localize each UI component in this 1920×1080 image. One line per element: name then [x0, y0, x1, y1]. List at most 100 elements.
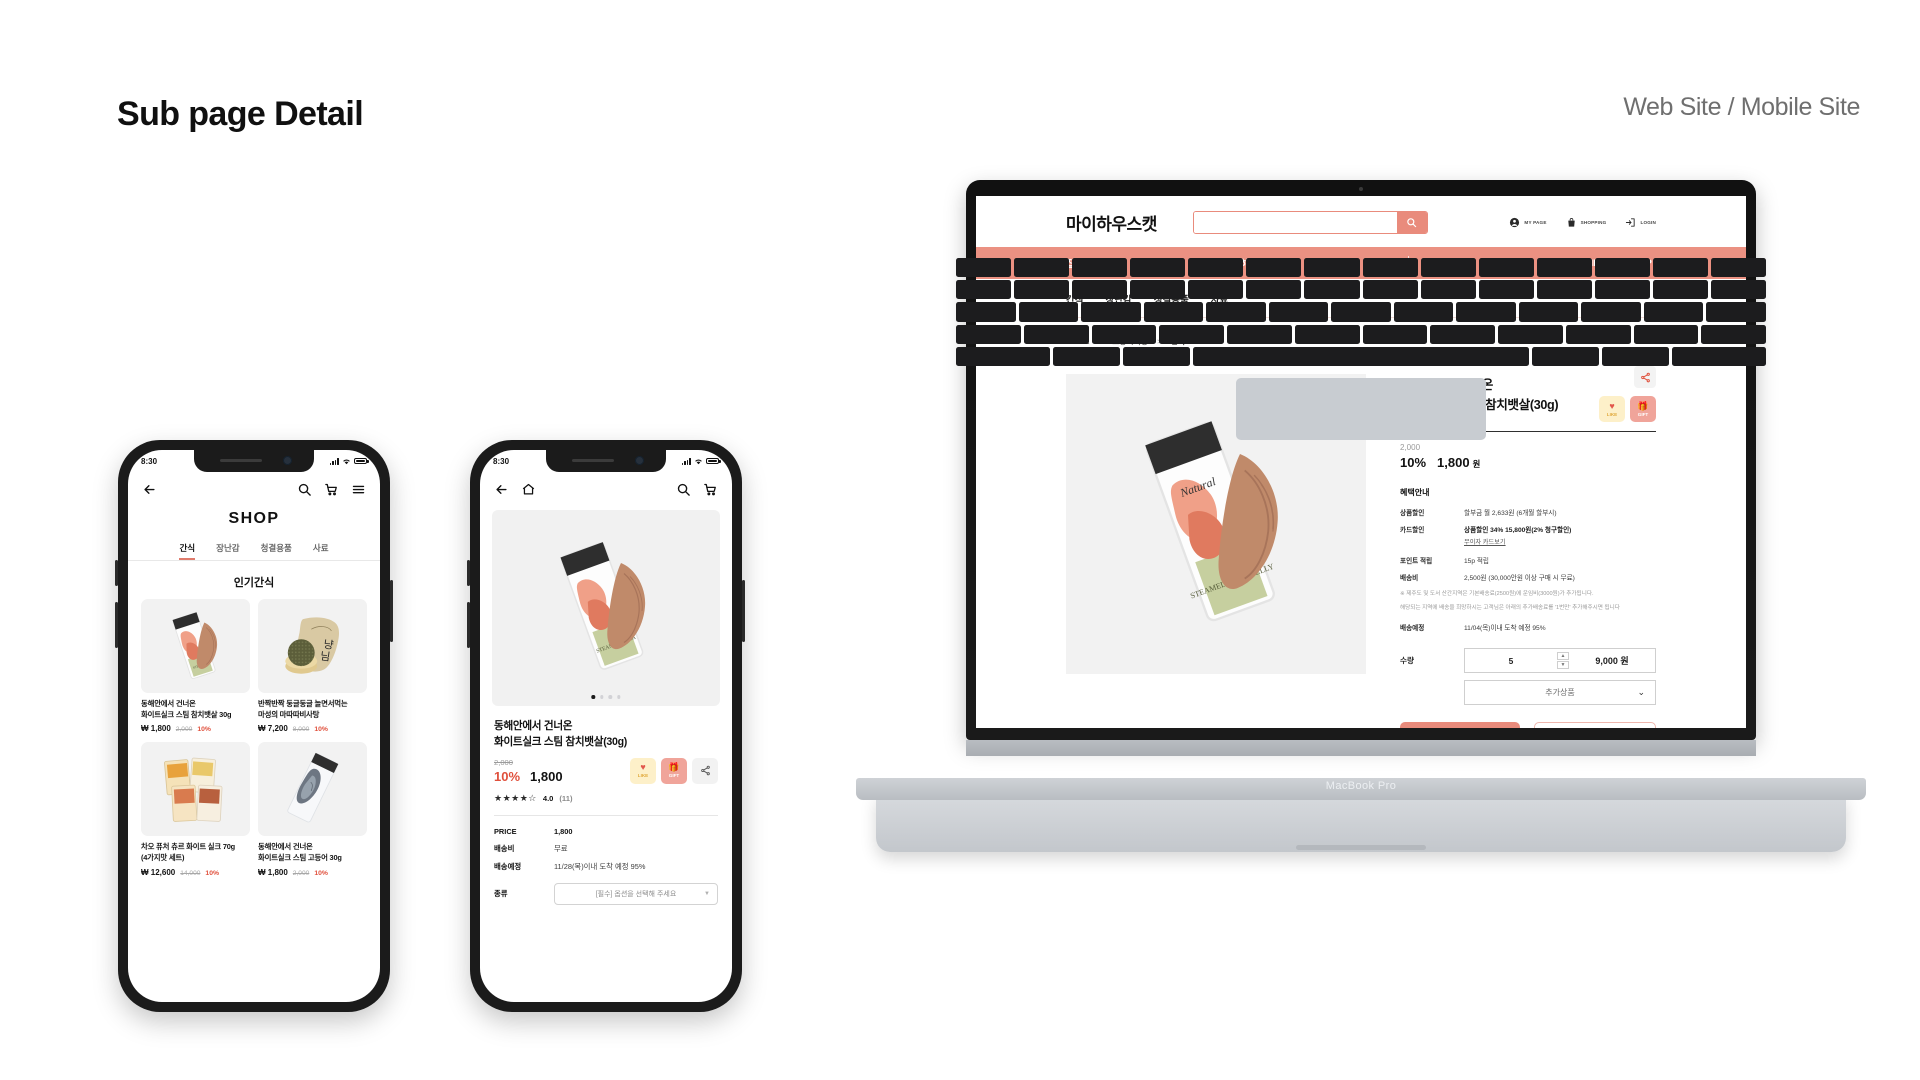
option-select-row: 종류 [필수] 옵션을 선택해 주세요 ▼	[480, 879, 732, 905]
product-thumbnail	[141, 742, 250, 837]
site-logo[interactable]: 마이하우스캣	[1066, 210, 1157, 235]
currency-unit: 원	[1472, 459, 1481, 470]
benefit-value: 2,500원 (30,000안원 이상 구매 시 무료)	[1464, 575, 1575, 583]
laptop-hinge	[966, 740, 1756, 756]
product-card[interactable]: 동해안에서 건너온 화이트실크 스팀 고등어 30g ₩ 1,800 2,000 …	[258, 742, 367, 877]
card-installment-link[interactable]: 무이자 카드보기	[1464, 537, 1506, 546]
buy-now-button[interactable]: BUY NOW	[1400, 722, 1520, 728]
spec-key: 배송예정	[494, 861, 522, 871]
tab-간식[interactable]: 간식	[179, 542, 196, 560]
search-icon[interactable]	[297, 482, 312, 497]
mobile-device-list: 8:30 SHOP 간식 장난감 청결용품 사료 인기간식 동해안에서 건너온 …	[115, 440, 393, 1012]
product-grid: STEAMED 동해안에서 건너온화이트실크 스팀 참치뱃살 30g	[128, 599, 380, 877]
product-original-price: 2,000	[292, 869, 310, 877]
benefit-value: 할부금 월 2,633원 (6개월 할부시)	[1464, 510, 1557, 518]
spec-key: 배송비	[494, 843, 515, 853]
benefit-key: 포인트 적립	[1400, 558, 1433, 566]
user-circle-icon	[1510, 217, 1520, 228]
product-image-carousel[interactable]: STEAMED TUNA	[492, 510, 720, 706]
share-button[interactable]	[692, 757, 718, 784]
like-button[interactable]: ♥ LIKE	[630, 757, 656, 784]
share-button[interactable]	[1634, 366, 1656, 388]
star-icons: ★★★★☆	[494, 792, 537, 803]
option-placeholder: [필수] 옵션을 선택해 주세요	[595, 890, 677, 898]
arrow-left-icon[interactable]	[494, 482, 509, 497]
product-rating: ★★★★☆ 4.0 (11)	[480, 784, 732, 804]
chevron-down-icon[interactable]: ▼	[1557, 661, 1569, 670]
carousel-dot[interactable]	[617, 695, 621, 699]
mackerel-pack-image	[286, 753, 338, 823]
share-icon	[1640, 372, 1650, 382]
battery-icon	[354, 457, 369, 465]
product-thumbnail: STEAMED	[141, 599, 250, 693]
carousel-dots[interactable]	[591, 695, 621, 699]
search-icon	[1407, 218, 1417, 228]
benefit-key: 카드할인	[1400, 527, 1425, 535]
carousel-dot[interactable]	[608, 695, 613, 699]
my-page-link[interactable]: MY PAGE	[1509, 217, 1546, 228]
benefit-section: 혜택안내 상품할인 할부금 월 2,633원 (6개월 할부시) 카드할인 상품…	[1400, 487, 1656, 632]
phone-notch	[546, 450, 666, 472]
laptop-device: 마이하우스캣 MY PAGE SHOPPING LOGIN 소통하자냥 간식 장…	[856, 180, 1866, 860]
tab-청결용품[interactable]: 청결용품	[261, 542, 292, 560]
product-action-buttons: ♥ LIKE 🎁 GIFT	[630, 757, 718, 784]
section-title: 인기간식	[233, 577, 275, 589]
product-price-line: ₩ 1,800 2,000 10%	[258, 868, 367, 877]
search-icon[interactable]	[676, 482, 691, 497]
rating-count: (11)	[559, 793, 573, 803]
carousel-dot[interactable]	[591, 695, 595, 699]
hamburger-menu-icon[interactable]	[351, 482, 366, 497]
product-original-price: 8,000	[292, 726, 310, 734]
product-discount: 10%	[314, 726, 328, 734]
cart-icon[interactable]	[703, 482, 718, 497]
quantity-value[interactable]: 5	[1465, 656, 1557, 666]
shopping-link[interactable]: SHOPPING	[1566, 217, 1607, 228]
extra-option-select[interactable]: 추가상품 ⌄	[1464, 680, 1656, 706]
tuna-belly-pack-image: STEAMED TUNA	[560, 542, 646, 670]
gift-button[interactable]: 🎁 GIFT	[1630, 396, 1656, 422]
tab-사료[interactable]: 사료	[313, 542, 329, 560]
carousel-dot[interactable]	[599, 695, 604, 699]
page-title: Sub page Detail	[117, 95, 364, 133]
mobile-device-detail: 8:30 STEAMED 동해안에서 건너온 화이트실크 스팀 참치뱃살(30g…	[467, 440, 745, 1012]
product-card[interactable]: STEAMED 동해안에서 건너온화이트실크 스팀 참치뱃살 30g	[141, 599, 250, 733]
like-button[interactable]: ♥ LIKE	[1599, 396, 1625, 422]
cart-icon[interactable]	[324, 482, 339, 497]
product-title: 동해안에서 건너온화이트실크 스팀 참치뱃살(30g)	[494, 720, 628, 748]
wifi-icon	[343, 459, 350, 464]
page-kicker: Web Site / Mobile Site	[1623, 93, 1860, 121]
search-button[interactable]	[1396, 212, 1427, 233]
product-card[interactable]: 차오 퓨처 츄르 화이트 실크 70g (4가지맛 세트) ₩ 12,600 14…	[141, 742, 250, 877]
option-select[interactable]: [필수] 옵션을 선택해 주세요 ▼	[554, 882, 718, 905]
stepper-buttons[interactable]: ▲ ▼	[1557, 652, 1569, 670]
original-price: 2,000	[494, 757, 514, 767]
tab-장난감[interactable]: 장난감	[216, 542, 239, 560]
benefit-value: 상품할인 34% 15,800원(2% 청구할인)	[1464, 527, 1572, 535]
product-price-line: ₩ 12,600 14,000 10%	[141, 868, 250, 877]
heart-icon: ♥	[1609, 400, 1615, 411]
chevron-up-icon[interactable]: ▲	[1557, 652, 1569, 661]
search-input[interactable]	[1193, 212, 1397, 233]
cart-button[interactable]: CART	[1534, 722, 1656, 728]
key-row	[956, 302, 1766, 322]
login-link[interactable]: LOGIN	[1625, 217, 1656, 228]
status-icons	[681, 457, 721, 465]
battery-icon	[706, 457, 721, 465]
gift-button[interactable]: 🎁 GIFT	[661, 757, 687, 784]
quantity-row: 수량 5 ▲ ▼ 9,000 원	[1400, 648, 1656, 674]
delivery-value: 11/04(목)이내 도착 예정 95%	[1464, 625, 1546, 633]
benefit-row: 포인트 적립 15p 적립	[1400, 555, 1656, 565]
mobile-screen-title: SHOP	[228, 510, 280, 527]
arrow-left-icon[interactable]	[142, 482, 157, 497]
quantity-total: 9,000 원	[1595, 656, 1629, 667]
product-card[interactable]: 냥 님 반짝반짝 둥글둥글 놀면서먹는 마성의 마따따비사탕 ₩ 7,200 8…	[258, 599, 367, 733]
login-label: LOGIN	[1640, 220, 1656, 225]
home-icon[interactable]	[521, 482, 536, 497]
laptop-deck	[876, 794, 1846, 852]
quantity-stepper[interactable]: 5 ▲ ▼ 9,000 원	[1464, 648, 1656, 674]
tab-divider	[128, 560, 380, 561]
product-discount: 10%	[314, 869, 328, 877]
laptop-trackpad	[1236, 378, 1486, 440]
my-page-label: MY PAGE	[1524, 220, 1547, 225]
mobile-list-appbar	[128, 472, 380, 506]
